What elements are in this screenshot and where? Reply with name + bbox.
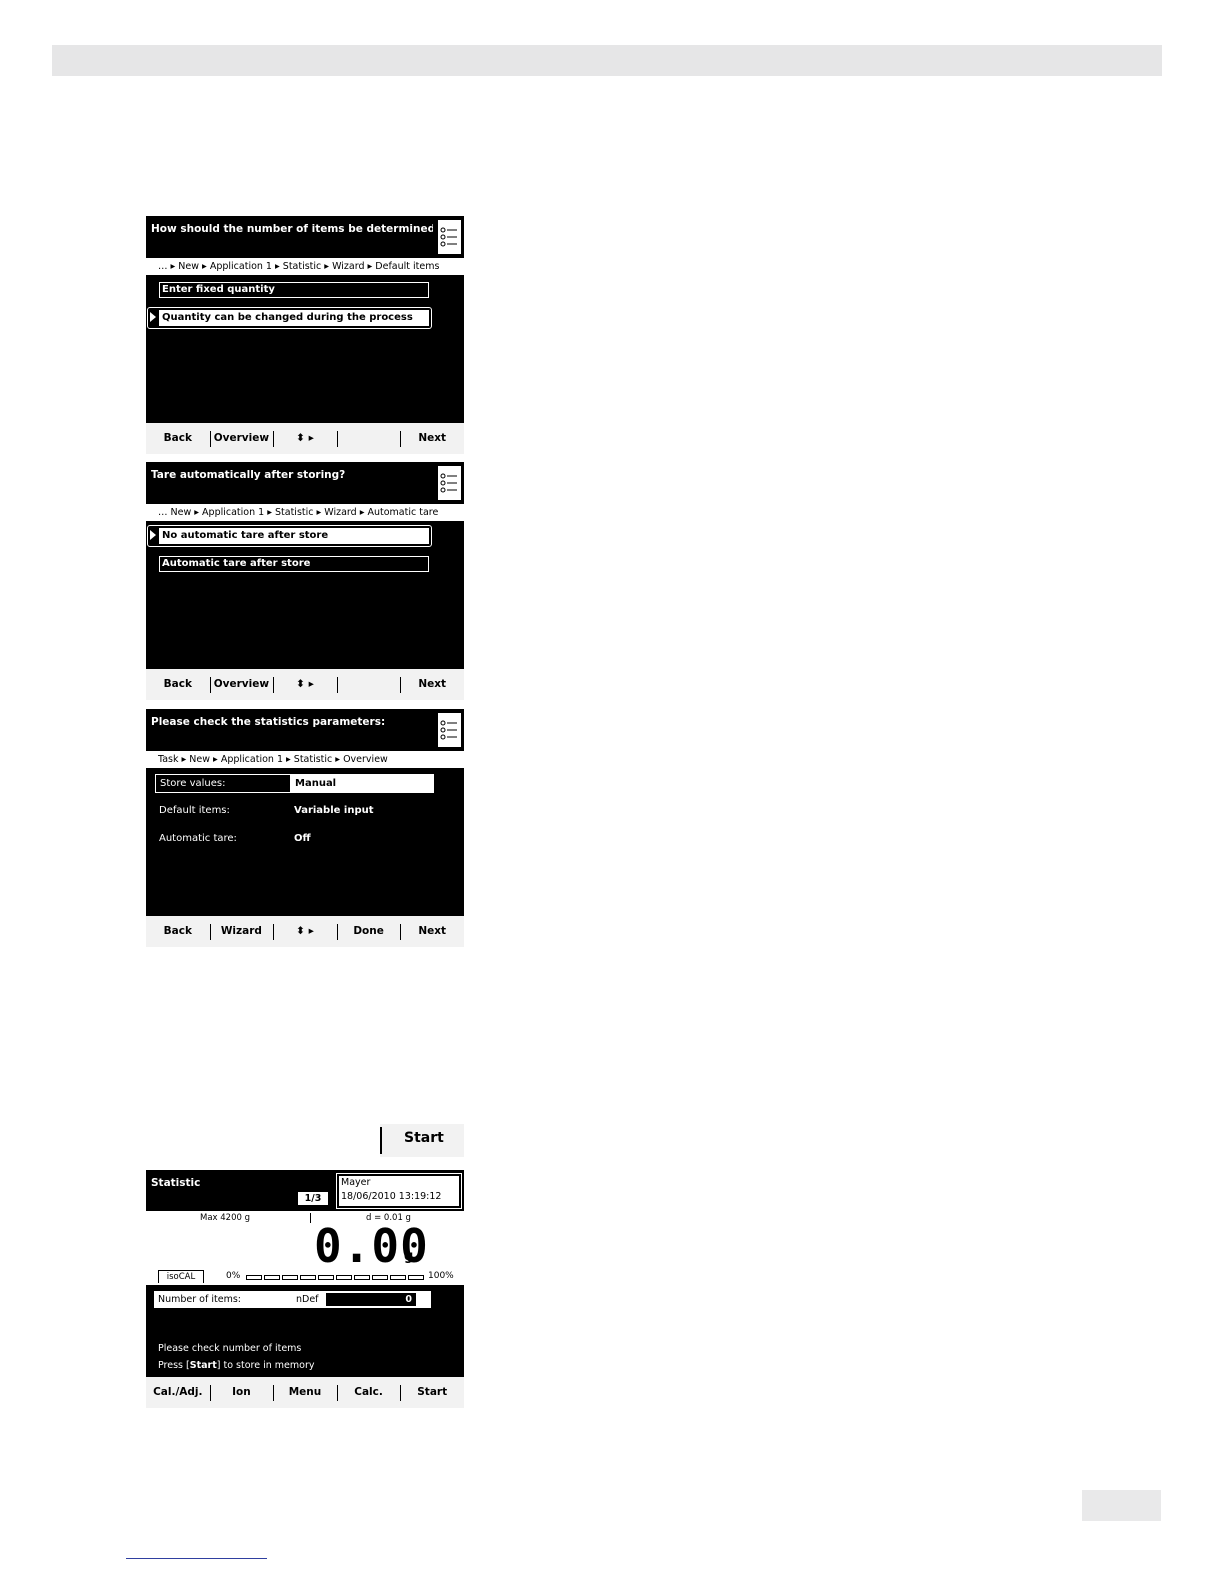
- weight-unit: g: [404, 1249, 414, 1264]
- option-no-automatic-tare[interactable]: No automatic tare after store: [159, 528, 429, 544]
- start-key-label: Start: [404, 1130, 444, 1146]
- load-bar-segment: [336, 1275, 352, 1280]
- screen-default-items: How should the number of items be determ…: [146, 216, 464, 454]
- load-bar-segment: [246, 1275, 262, 1280]
- message-text: Press [: [158, 1360, 190, 1371]
- breadcrumb: … ▸ New ▸ Application 1 ▸ Statistic ▸ Wi…: [146, 258, 464, 275]
- breadcrumb: Task ▸ New ▸ Application 1 ▸ Statistic ▸…: [146, 751, 464, 768]
- next-button[interactable]: Next: [400, 669, 464, 700]
- items-value[interactable]: 0: [326, 1293, 416, 1306]
- statistic-header: Statistic 1/3 Mayer 18/06/2010 13:19:12: [146, 1170, 464, 1211]
- items-label: Number of items:: [158, 1294, 241, 1305]
- list-icon[interactable]: [438, 220, 461, 254]
- load-bar-segment: [390, 1275, 406, 1280]
- option-fixed-quantity[interactable]: Enter fixed quantity: [159, 282, 429, 298]
- softkey-bar: Cal./Adj. Ion Menu Calc. Start: [146, 1377, 464, 1408]
- divider: [380, 1127, 382, 1154]
- page-number-box: [1082, 1490, 1161, 1521]
- divider: [310, 1213, 311, 1223]
- user-name: Mayer: [341, 1177, 371, 1188]
- parameter-list: Store values: Manual Default items: Vari…: [146, 768, 464, 916]
- param-store-values[interactable]: Store values: Manual: [155, 774, 434, 793]
- load-max-label: 100%: [428, 1271, 454, 1281]
- overview-button[interactable]: Overview: [209, 669, 274, 700]
- load-bar-segment: [318, 1275, 334, 1280]
- message-line-1: Please check number of items: [158, 1343, 302, 1354]
- overview-button[interactable]: Overview: [209, 423, 274, 454]
- page-indicator: 1/3: [298, 1192, 328, 1205]
- cal-adj-button[interactable]: Cal./Adj.: [146, 1377, 210, 1408]
- items-ndef: nDef: [296, 1294, 319, 1305]
- start-key[interactable]: Start: [380, 1124, 464, 1157]
- selection-arrow-icon: [150, 312, 156, 322]
- load-bar-segment: [408, 1275, 424, 1280]
- load-bar-segment: [300, 1275, 316, 1280]
- param-automatic-tare[interactable]: Automatic tare: Off: [155, 830, 432, 847]
- screen-header: Tare automatically after storing?: [146, 462, 464, 504]
- screen-statistic: Statistic 1/3 Mayer 18/06/2010 13:19:12 …: [146, 1170, 464, 1408]
- empty-softkey: [336, 669, 401, 700]
- screen-title: How should the number of items be determ…: [151, 223, 433, 235]
- screen-header: Please check the statistics parameters:: [146, 709, 464, 751]
- ion-button[interactable]: Ion: [209, 1377, 274, 1408]
- message-text: ] to store in memory: [216, 1360, 315, 1371]
- isocal-badge[interactable]: isoCAL: [158, 1270, 204, 1283]
- done-button[interactable]: Done: [336, 916, 401, 947]
- start-button[interactable]: Start: [400, 1377, 464, 1408]
- screen-header: How should the number of items be determ…: [146, 216, 464, 258]
- back-button[interactable]: Back: [146, 423, 210, 454]
- load-min-label: 0%: [226, 1271, 241, 1281]
- message-line-2: Press [Start] to store in memory: [158, 1360, 314, 1371]
- calc-button[interactable]: Calc.: [336, 1377, 401, 1408]
- option-automatic-tare[interactable]: Automatic tare after store: [159, 556, 429, 572]
- list-icon[interactable]: [438, 713, 461, 747]
- breadcrumb: … New ▸ Application 1 ▸ Statistic ▸ Wiza…: [146, 504, 464, 521]
- footer-rule: [126, 1558, 267, 1559]
- screen-automatic-tare: Tare automatically after storing? … New …: [146, 462, 464, 700]
- load-bar-segment: [372, 1275, 388, 1280]
- screen-title: Tare automatically after storing?: [151, 469, 346, 481]
- number-of-items-field[interactable]: Number of items: nDef 0: [154, 1291, 431, 1308]
- weight-reading: 0.00: [314, 1219, 429, 1273]
- next-button[interactable]: Next: [400, 916, 464, 947]
- option-list: No automatic tare after store Automatic …: [146, 521, 464, 669]
- navigate-arrows-button[interactable]: ⬍ ▸: [273, 916, 337, 947]
- param-label: Store values:: [160, 778, 226, 789]
- weighing-display: Max 4200 g d = 0.01 g 0.00 g isoCAL 0% 1…: [146, 1211, 464, 1285]
- selection-arrow-icon: [150, 530, 156, 540]
- max-capacity: Max 4200 g: [200, 1213, 251, 1223]
- softkey-bar: Back Wizard ⬍ ▸ Done Next: [146, 916, 464, 947]
- softkey-bar: Back Overview ⬍ ▸ Next: [146, 669, 464, 700]
- screen-title: Please check the statistics parameters:: [151, 716, 386, 728]
- application-title: Statistic: [151, 1177, 201, 1189]
- empty-softkey: [336, 423, 401, 454]
- back-button[interactable]: Back: [146, 669, 210, 700]
- screen-statistics-overview: Please check the statistics parameters: …: [146, 709, 464, 947]
- header-band: [52, 45, 1162, 76]
- date-time: 18/06/2010 13:19:12: [341, 1191, 442, 1202]
- statistic-body: Number of items: nDef 0 Please check num…: [146, 1285, 464, 1377]
- load-bar-segment: [282, 1275, 298, 1280]
- message-key: Start: [189, 1360, 217, 1371]
- load-bar-segment: [264, 1275, 280, 1280]
- param-label: Default items:: [159, 805, 230, 816]
- navigate-arrows-button[interactable]: ⬍ ▸: [273, 423, 337, 454]
- next-button[interactable]: Next: [400, 423, 464, 454]
- param-value: Off: [294, 833, 311, 844]
- navigate-arrows-button[interactable]: ⬍ ▸: [273, 669, 337, 700]
- load-bar-segment: [354, 1275, 370, 1280]
- option-list: Enter fixed quantity Quantity can be cha…: [146, 275, 464, 423]
- option-quantity-changeable[interactable]: Quantity can be changed during the proce…: [159, 310, 429, 326]
- param-value: Variable input: [294, 805, 374, 816]
- user-info-box: Mayer 18/06/2010 13:19:12: [336, 1173, 462, 1209]
- list-icon[interactable]: [438, 466, 461, 500]
- param-value: Manual: [295, 778, 337, 789]
- param-label: Automatic tare:: [159, 833, 237, 844]
- param-default-items[interactable]: Default items: Variable input: [155, 802, 432, 819]
- menu-button[interactable]: Menu: [273, 1377, 337, 1408]
- softkey-bar: Back Overview ⬍ ▸ Next: [146, 423, 464, 454]
- wizard-button[interactable]: Wizard: [209, 916, 274, 947]
- back-button[interactable]: Back: [146, 916, 210, 947]
